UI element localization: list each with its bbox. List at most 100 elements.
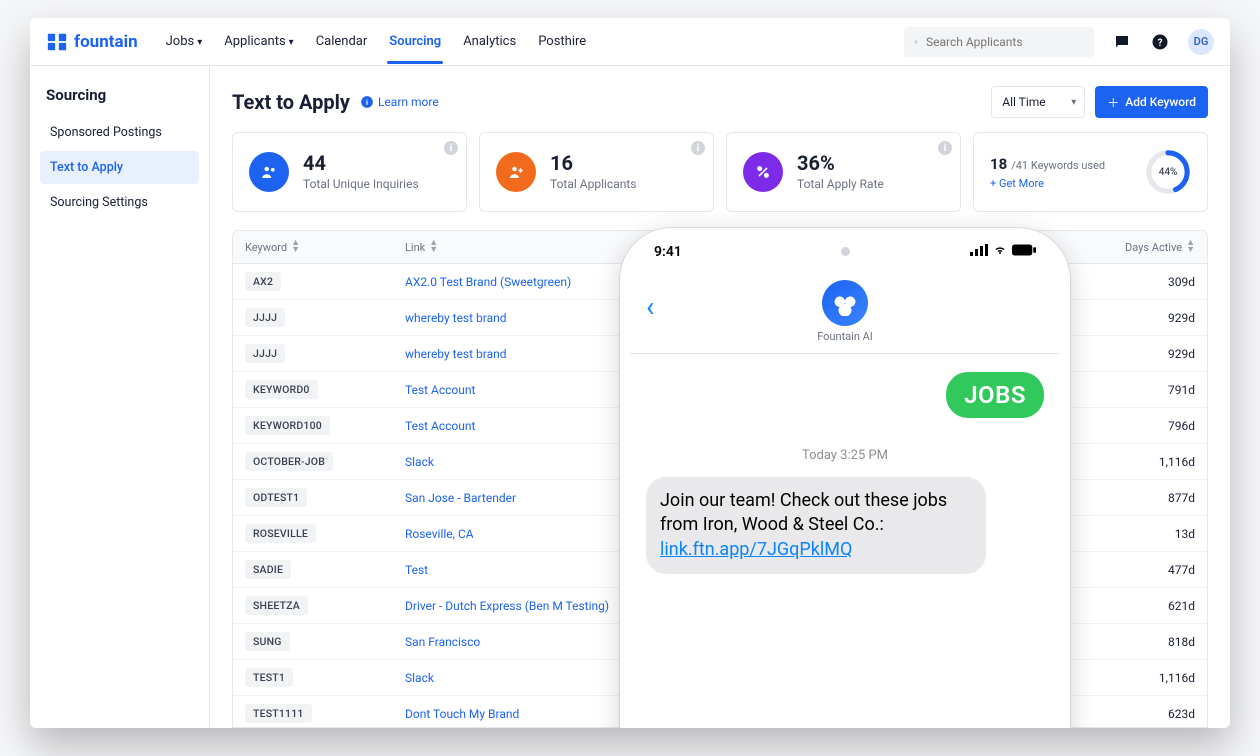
metric-value: 44: [303, 153, 419, 173]
metric-value: 16: [550, 153, 636, 173]
keyword-chip: KEYWORD100: [245, 416, 330, 435]
learn-more-link[interactable]: i Learn more: [360, 95, 439, 109]
keyword-chip: SHEETZA: [245, 596, 308, 615]
table-row[interactable]: SHEETZA Driver - Dutch Express (Ben M Tes…: [233, 588, 1207, 624]
svg-text:?: ?: [1158, 37, 1163, 48]
link-cell[interactable]: AX2.0 Test Brand (Sweetgreen): [405, 275, 1075, 289]
metric-label: Total Apply Rate: [797, 177, 884, 191]
table-row[interactable]: JJJJwhereby test brand929d: [233, 336, 1207, 372]
link-cell[interactable]: Test Account: [405, 419, 1075, 433]
table-row[interactable]: ROSEVILLE Roseville, CA13d: [233, 516, 1207, 552]
nav-analytics[interactable]: Analytics: [463, 20, 516, 63]
days-cell: 791d: [1075, 383, 1195, 397]
link-cell[interactable]: whereby test brand: [405, 311, 1075, 325]
top-nav: fountain Jobs▾ Applicants▾ Calendar Sour…: [30, 18, 1230, 66]
table-row[interactable]: SUNG San Francisco818d: [233, 624, 1207, 660]
sidebar-title: Sourcing: [46, 86, 193, 104]
search-input-wrapper[interactable]: [904, 27, 1094, 57]
days-cell: 877d: [1075, 491, 1195, 505]
sort-icon: ▲▼: [429, 240, 438, 254]
keywords-total-label: /41 Keywords used: [1011, 159, 1105, 172]
keyword-chip: JJJJ: [245, 308, 285, 327]
table-row[interactable]: KEYWORD0 Test Account791d: [233, 372, 1207, 408]
keyword-chip: OCTOBER-JOB: [245, 452, 333, 471]
days-cell: 477d: [1075, 563, 1195, 577]
help-icon[interactable]: ?: [1150, 32, 1170, 52]
table-row[interactable]: TEST1Slack1,116d: [233, 660, 1207, 696]
link-cell[interactable]: whereby test brand: [405, 347, 1075, 361]
keyword-chip: SUNG: [245, 632, 290, 651]
main-content: Text to Apply i Learn more All Time ＋ Ad…: [210, 66, 1230, 728]
table-row[interactable]: ODTEST1 San Jose - Bartender877d: [233, 480, 1207, 516]
info-icon[interactable]: i: [938, 141, 952, 155]
metric-value: 36%: [797, 153, 884, 173]
nav-posthire[interactable]: Posthire: [538, 20, 586, 63]
days-cell: 621d: [1075, 599, 1195, 613]
page-header: Text to Apply i Learn more All Time ＋ Ad…: [210, 66, 1230, 132]
keyword-chip: KEYWORD0: [245, 380, 318, 399]
nav-calendar[interactable]: Calendar: [316, 20, 368, 63]
days-cell: 1,116d: [1075, 671, 1195, 685]
keyword-chip: ODTEST1: [245, 488, 307, 507]
card-keywords-used: 18 /41 Keywords used + Get More 44%: [973, 132, 1208, 212]
table-row[interactable]: OCTOBER-JOB Slack1,116d: [233, 444, 1207, 480]
get-more-keywords-link[interactable]: + Get More: [990, 177, 1105, 190]
th-keyword[interactable]: Keyword▲▼: [233, 231, 393, 263]
link-cell[interactable]: Test: [405, 563, 1075, 577]
table-row[interactable]: SADIETest477d: [233, 552, 1207, 588]
days-cell: 1,116d: [1075, 455, 1195, 469]
table-row[interactable]: TEST1111Dont Touch My Brand623d: [233, 696, 1207, 728]
link-cell[interactable]: San Francisco: [405, 635, 1075, 649]
link-cell[interactable]: Driver - Dutch Express (Ben M Testing): [405, 599, 1075, 613]
keywords-table: Keyword▲▼ Link▲▼ Days Active▲▼ AX2AX2.0 …: [232, 230, 1208, 728]
brand-name: fountain: [74, 32, 138, 52]
link-cell[interactable]: Dont Touch My Brand: [405, 707, 1075, 721]
days-cell: 13d: [1075, 527, 1195, 541]
people-icon: [249, 152, 289, 192]
nav-sourcing[interactable]: Sourcing: [389, 20, 441, 63]
sidebar-item-sponsored-postings[interactable]: Sponsored Postings: [40, 116, 199, 149]
days-cell: 818d: [1075, 635, 1195, 649]
info-icon[interactable]: i: [444, 141, 458, 155]
days-cell: 929d: [1075, 347, 1195, 361]
time-filter-dropdown[interactable]: All Time: [991, 86, 1085, 118]
add-keyword-button[interactable]: ＋ Add Keyword: [1095, 86, 1208, 118]
th-link[interactable]: Link▲▼: [393, 231, 1087, 263]
sidebar-item-sourcing-settings[interactable]: Sourcing Settings: [40, 186, 199, 219]
keyword-chip: ROSEVILLE: [245, 524, 316, 543]
table-header: Keyword▲▼ Link▲▼ Days Active▲▼: [233, 231, 1207, 264]
metric-cards: i 44 Total Unique Inquiries i 16: [210, 132, 1230, 212]
brand-logo[interactable]: fountain: [46, 31, 138, 53]
link-cell[interactable]: Test Account: [405, 383, 1075, 397]
nav-applicants[interactable]: Applicants▾: [224, 20, 293, 63]
days-cell: 796d: [1075, 419, 1195, 433]
info-icon[interactable]: i: [691, 141, 705, 155]
primary-nav: Jobs▾ Applicants▾ Calendar Sourcing Anal…: [166, 20, 587, 63]
sidebar-item-text-to-apply[interactable]: Text to Apply: [40, 151, 199, 184]
chevron-down-icon: ▾: [289, 37, 294, 48]
app-window: fountain Jobs▾ Applicants▾ Calendar Sour…: [30, 18, 1230, 728]
metric-label: Total Applicants: [550, 177, 636, 191]
chevron-down-icon: ▾: [197, 37, 202, 48]
user-avatar[interactable]: DG: [1188, 29, 1214, 55]
chat-icon[interactable]: [1112, 32, 1132, 52]
nav-jobs[interactable]: Jobs▾: [166, 20, 203, 63]
percent-icon: [743, 152, 783, 192]
donut-percent: 44%: [1145, 149, 1191, 195]
link-cell[interactable]: Slack: [405, 455, 1075, 469]
link-cell[interactable]: Roseville, CA: [405, 527, 1075, 541]
card-apply-rate: i 36% Total Apply Rate: [726, 132, 961, 212]
table-row[interactable]: KEYWORD100 Test Account796d: [233, 408, 1207, 444]
sidebar: Sourcing Sponsored Postings Text to Appl…: [30, 66, 210, 728]
svg-text:i: i: [366, 98, 368, 107]
days-cell: 309d: [1075, 275, 1195, 289]
search-icon: [914, 35, 918, 49]
info-icon: i: [360, 95, 374, 109]
search-input[interactable]: [924, 34, 1084, 50]
table-row[interactable]: AX2AX2.0 Test Brand (Sweetgreen)309d: [233, 264, 1207, 300]
link-cell[interactable]: Slack: [405, 671, 1075, 685]
th-days-active[interactable]: Days Active▲▼: [1087, 231, 1207, 263]
link-cell[interactable]: San Jose - Bartender: [405, 491, 1075, 505]
metric-label: Total Unique Inquiries: [303, 177, 419, 191]
table-row[interactable]: JJJJwhereby test brand929d: [233, 300, 1207, 336]
